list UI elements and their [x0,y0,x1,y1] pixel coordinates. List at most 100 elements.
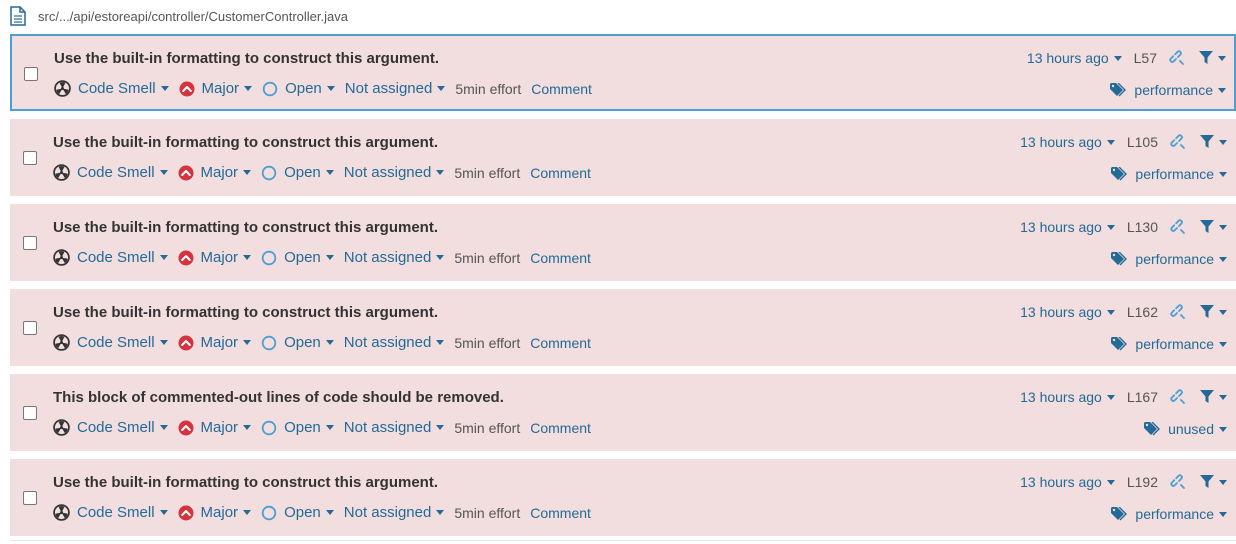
issue-tags-dropdown[interactable]: performance [1110,82,1226,98]
permalink-icon[interactable] [1170,304,1186,320]
issue-item[interactable]: Use the built-in formatting to construct… [10,119,1236,196]
issue-checkbox[interactable] [23,321,37,335]
issue-tags-dropdown[interactable]: performance [1111,251,1227,267]
issue-tags-dropdown[interactable]: performance [1111,166,1227,182]
file-path[interactable]: src/.../api/estoreapi/controller/Custome… [38,9,348,24]
chevron-down-icon [436,340,445,345]
issue-severity-dropdown[interactable]: Major [178,164,252,181]
issue-status-dropdown[interactable]: Open [261,334,334,351]
issue-assignee-dropdown[interactable]: Not assigned [344,419,445,436]
issue-date-dropdown[interactable]: 13 hours ago [1020,474,1115,490]
issue-right-top: 13 hours ago L162 [1020,304,1227,320]
issue-status-label: Open [284,249,321,266]
issue-tag-label: performance [1135,506,1214,522]
filter-dropdown[interactable] [1200,305,1227,319]
permalink-icon[interactable] [1170,474,1186,490]
issue-type-dropdown[interactable]: Code Smell [54,80,169,97]
filter-icon [1200,305,1214,319]
issue-type-dropdown[interactable]: Code Smell [53,504,168,521]
issue-severity-dropdown[interactable]: Major [178,334,252,351]
issue-message[interactable]: Use the built-in formatting to construct… [54,50,439,67]
issue-assignee-dropdown[interactable]: Not assigned [344,504,445,521]
issue-checkbox[interactable] [23,236,37,250]
issue-date-dropdown[interactable]: 13 hours ago [1020,134,1115,150]
chevron-down-icon [1106,139,1115,145]
filter-dropdown[interactable] [1200,390,1227,404]
issue-status-label: Open [284,334,321,351]
chevron-down-icon [437,86,446,91]
issue-message[interactable]: Use the built-in formatting to construct… [53,304,438,321]
issue-severity-dropdown[interactable]: Major [178,419,252,436]
issue-checkbox[interactable] [24,67,38,81]
issue-comment-link[interactable]: Comment [530,250,591,266]
permalink-icon[interactable] [1170,219,1186,235]
status-open-icon [261,420,277,436]
issue-date-dropdown[interactable]: 13 hours ago [1027,50,1122,66]
issue-item[interactable]: Use the built-in formatting to construct… [10,34,1236,111]
chevron-down-icon [325,425,334,430]
permalink-icon[interactable] [1170,134,1186,150]
issue-severity-dropdown[interactable]: Major [178,504,252,521]
tag-icon [1110,83,1128,97]
issue-message[interactable]: Use the built-in formatting to construct… [53,474,438,491]
issue-type-dropdown[interactable]: Code Smell [53,419,168,436]
filter-icon [1200,220,1214,234]
issue-tags-dropdown[interactable]: unused [1144,421,1227,437]
chevron-down-icon [436,170,445,175]
issue-assignee-dropdown[interactable]: Not assigned [344,249,445,266]
issue-date-label: 13 hours ago [1020,474,1102,490]
issue-type-dropdown[interactable]: Code Smell [53,249,168,266]
issue-item[interactable]: Use the built-in formatting to construct… [10,289,1236,366]
issue-status-dropdown[interactable]: Open [261,504,334,521]
permalink-icon[interactable] [1170,389,1186,405]
chevron-down-icon [1106,224,1115,230]
issue-comment-link[interactable]: Comment [530,420,591,436]
filter-dropdown[interactable] [1200,220,1227,234]
issue-message[interactable]: Use the built-in formatting to construct… [53,134,438,151]
issue-tags-dropdown[interactable]: performance [1111,506,1227,522]
issue-item[interactable]: Use the built-in formatting to construct… [10,204,1236,281]
issue-severity-label: Major [200,164,239,181]
issue-date-dropdown[interactable]: 13 hours ago [1020,219,1115,235]
divider [10,540,1236,541]
issue-status-dropdown[interactable]: Open [261,249,334,266]
issue-severity-label: Major [201,80,240,97]
issue-message[interactable]: This block of commented-out lines of cod… [53,389,504,406]
issue-comment-link[interactable]: Comment [530,505,591,521]
issue-assignee-dropdown[interactable]: Not assigned [344,164,445,181]
issue-date-dropdown[interactable]: 13 hours ago [1020,304,1115,320]
code-smell-icon [54,80,71,97]
permalink-icon[interactable] [1169,50,1185,66]
issue-type-dropdown[interactable]: Code Smell [53,164,168,181]
issue-meta: Code Smell Major Open Not assigned 5min … [54,80,592,97]
filter-icon [1200,390,1214,404]
issue-item[interactable]: This block of commented-out lines of cod… [10,374,1236,451]
issue-right-top: 13 hours ago L167 [1020,389,1227,405]
issue-checkbox[interactable] [23,406,37,420]
issue-type-dropdown[interactable]: Code Smell [53,334,168,351]
issue-comment-link[interactable]: Comment [531,81,592,97]
issue-date-dropdown[interactable]: 13 hours ago [1020,389,1115,405]
issue-status-dropdown[interactable]: Open [261,164,334,181]
issue-assignee-dropdown[interactable]: Not assigned [344,334,445,351]
issue-message[interactable]: Use the built-in formatting to construct… [53,219,438,236]
chevron-down-icon [243,340,252,345]
filter-dropdown[interactable] [1199,51,1226,65]
issue-assignee-dropdown[interactable]: Not assigned [345,80,446,97]
issue-severity-dropdown[interactable]: Major [178,249,252,266]
filter-dropdown[interactable] [1200,475,1227,489]
issue-checkbox[interactable] [23,151,37,165]
issue-line-number: L105 [1126,134,1158,150]
issue-item[interactable]: Use the built-in formatting to construct… [10,459,1236,536]
issue-severity-dropdown[interactable]: Major [179,80,253,97]
issue-comment-link[interactable]: Comment [530,335,591,351]
issue-checkbox[interactable] [23,491,37,505]
issue-comment-link[interactable]: Comment [530,165,591,181]
issue-status-dropdown[interactable]: Open [261,419,334,436]
issue-effort: 5min effort [454,419,521,436]
issue-severity-label: Major [200,419,239,436]
issue-status-dropdown[interactable]: Open [262,80,335,97]
issue-tags-dropdown[interactable]: performance [1111,336,1227,352]
severity-major-icon [178,335,194,351]
filter-dropdown[interactable] [1200,135,1227,149]
